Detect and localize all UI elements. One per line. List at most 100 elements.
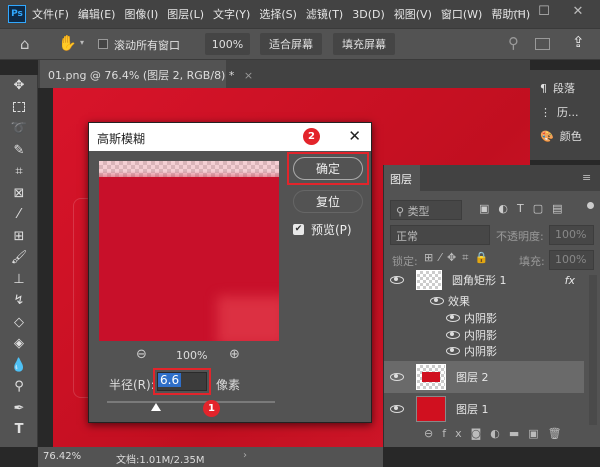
blend-mode-select[interactable]: 正常 <box>390 225 490 245</box>
zoom-out-icon[interactable]: ⊖ <box>136 347 147 362</box>
layer-row-rounded-rect[interactable]: 圆角矩形 1 fx <box>384 267 600 293</box>
eraser-tool-icon[interactable]: ◇ <box>0 312 38 334</box>
effect-inner-shadow[interactable]: 内阴影 <box>384 310 600 326</box>
lasso-tool-icon[interactable]: ➰ <box>0 118 38 140</box>
color-panel-button[interactable]: 🎨 颜色 <box>530 124 600 148</box>
menu-3d[interactable]: 3D(D) <box>352 8 385 21</box>
chevron-right-icon[interactable]: › <box>243 450 247 461</box>
preview-label: 预览(P) <box>311 223 352 237</box>
visibility-eye-icon[interactable] <box>390 405 404 413</box>
preview-zoom: 100% <box>176 349 208 362</box>
fx-badge[interactable]: fx <box>565 274 575 287</box>
zoom-in-icon[interactable]: ⊕ <box>229 347 240 362</box>
dodge-tool-icon[interactable]: ⚲ <box>0 376 38 398</box>
healing-brush-tool-icon[interactable]: ⊞ <box>0 226 38 248</box>
fill-screen-button[interactable]: 填充屏幕 <box>333 33 395 55</box>
chevron-down-icon[interactable]: ▾ <box>80 38 84 47</box>
hand-tool-icon[interactable]: ✋ <box>58 34 77 52</box>
zoom-100-button[interactable]: 100% <box>205 33 250 55</box>
effects-row[interactable]: 效果 <box>384 293 600 309</box>
effect-inner-shadow[interactable]: 内阴影 <box>384 343 600 359</box>
search-icon[interactable]: ⚲ <box>508 34 519 52</box>
status-zoom[interactable]: 76.42% <box>43 451 81 462</box>
visibility-eye-icon[interactable] <box>390 373 404 381</box>
move-tool-icon[interactable]: ✥ <box>0 75 38 97</box>
opacity-label: 不透明度: <box>496 230 544 243</box>
menu-layer[interactable]: 图层(L) <box>167 6 204 22</box>
opacity-field[interactable]: 100% <box>549 225 594 245</box>
dialog-title-bar: 高斯模糊 ✕ <box>89 123 371 151</box>
minimize-button[interactable]: — <box>505 4 533 19</box>
layer-thumbnail <box>416 364 446 390</box>
menu-view[interactable]: 视图(V) <box>394 6 432 22</box>
scroll-all-label: 滚动所有窗口 <box>114 39 180 52</box>
history-brush-tool-icon[interactable]: ↯ <box>0 290 38 312</box>
document-tab[interactable]: 01.png @ 76.4% (图层 2, RGB/8) * × <box>40 60 253 88</box>
layer-row-layer-1[interactable]: 图层 1 <box>384 393 600 425</box>
layer-thumbnail <box>416 270 442 290</box>
pen-tool-icon[interactable]: ✒ <box>0 398 38 420</box>
preview-image[interactable] <box>99 161 279 341</box>
visibility-eye-icon[interactable] <box>390 276 404 284</box>
layer-name: 图层 2 <box>456 371 489 384</box>
effect-inner-shadow[interactable]: 内阴影 <box>384 327 600 343</box>
radius-input[interactable]: 6.6 <box>157 372 207 391</box>
close-window-button[interactable]: ✕ <box>564 4 592 19</box>
options-bar: ⌂ ✋ ▾ 滚动所有窗口 100% 适合屏幕 填充屏幕 ⚲ ⇪ <box>0 28 600 60</box>
frame-tool-icon[interactable]: ⊠ <box>0 183 38 205</box>
menu-file[interactable]: 文件(F) <box>32 6 69 22</box>
menu-select[interactable]: 选择(S) <box>259 6 297 22</box>
blur-tool-icon[interactable]: 💧 <box>0 355 38 377</box>
menu-edit[interactable]: 编辑(E) <box>78 6 116 22</box>
close-icon[interactable]: ✕ <box>348 127 361 145</box>
layer-filter-select[interactable]: ⚲ 类型 <box>390 200 462 220</box>
home-icon[interactable]: ⌂ <box>20 35 30 53</box>
quick-select-tool-icon[interactable]: ✎ <box>0 140 38 162</box>
history-label: 历... <box>557 106 579 119</box>
unit-label: 像素 <box>216 378 241 392</box>
gaussian-blur-dialog: 高斯模糊 ✕ 2 确定 复位 ✔ 预览(P) ⊖ 100% ⊕ 半径(R): 6… <box>88 122 372 423</box>
history-panel-button[interactable]: ⋮ 历... <box>530 100 600 124</box>
panel-menu-icon[interactable]: ≡ <box>582 171 591 184</box>
fit-screen-button[interactable]: 适合屏幕 <box>260 33 322 55</box>
filter-icons[interactable]: ▣◐T▢▤ <box>479 202 572 215</box>
brush-tool-icon[interactable]: 🖌 <box>0 247 38 269</box>
menu-window[interactable]: 窗口(W) <box>441 6 482 22</box>
share-icon[interactable]: ⇪ <box>572 33 585 51</box>
tab-layers[interactable]: 图层 <box>384 165 420 191</box>
step-badge-1: 1 <box>203 400 220 417</box>
maximize-button[interactable]: ☐ <box>530 4 558 19</box>
history-icon: ⋮ <box>540 105 551 119</box>
eyedropper-tool-icon[interactable]: ⁄ <box>0 204 38 226</box>
ok-button[interactable]: 确定 <box>293 157 363 180</box>
menu-type[interactable]: 文字(Y) <box>213 6 250 22</box>
photoshop-logo: Ps <box>8 5 26 23</box>
radius-slider-track[interactable] <box>107 401 275 403</box>
effects-label: 效果 <box>448 295 470 308</box>
type-tool-icon[interactable]: T <box>0 419 38 441</box>
menu-image[interactable]: 图像(I) <box>124 6 158 22</box>
preview-checkbox[interactable]: ✔ <box>293 224 304 235</box>
stamp-tool-icon[interactable]: ⊥ <box>0 269 38 291</box>
menu-filter[interactable]: 滤镜(T) <box>306 6 343 22</box>
scroll-all-checkbox[interactable] <box>98 39 108 49</box>
layers-scrollbar[interactable] <box>589 275 597 425</box>
paragraph-panel-button[interactable]: ¶ 段落 <box>530 76 600 100</box>
radius-slider-thumb[interactable] <box>151 403 161 411</box>
layer-name: 图层 1 <box>456 403 489 416</box>
layer-row-layer-2[interactable]: 图层 2 <box>384 361 584 393</box>
reset-button[interactable]: 复位 <box>293 190 363 213</box>
crop-tool-icon[interactable]: ⌗ <box>0 161 38 183</box>
lock-icons[interactable]: ⊞⁄✥⌗🔒 <box>424 251 494 265</box>
workspace-icon[interactable] <box>535 38 550 50</box>
filter-toggle-icon[interactable] <box>587 202 594 209</box>
layer-bottom-icons[interactable]: ⊖fx◙◐▬▣🗑 <box>424 427 571 440</box>
tab-close-icon[interactable]: × <box>244 69 253 82</box>
dialog-title: 高斯模糊 <box>97 132 146 146</box>
marquee-tool-icon[interactable] <box>0 97 38 119</box>
paint-bucket-tool-icon[interactable]: ◈ <box>0 333 38 355</box>
step-badge-2: 2 <box>303 128 320 145</box>
palette-icon: 🎨 <box>540 129 554 143</box>
layer-thumbnail <box>416 396 446 422</box>
tools-panel: ✥ ➰ ✎ ⌗ ⊠ ⁄ ⊞ 🖌 ⊥ ↯ ◇ ◈ 💧 ⚲ ✒ T <box>0 75 38 447</box>
